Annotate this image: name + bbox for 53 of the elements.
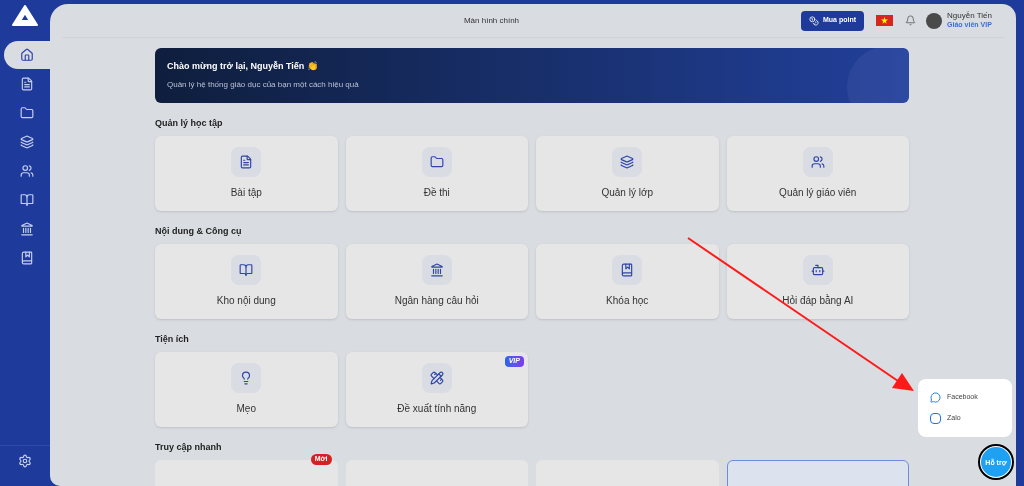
section-title: Truy cập nhanh (155, 441, 223, 453)
chat-bubble-icon (930, 392, 941, 403)
feature-card[interactable]: Mẹo (155, 352, 338, 427)
layers-icon (620, 155, 635, 169)
section-title: Tiện ích (155, 333, 190, 345)
home-icon (20, 48, 34, 62)
feature-card[interactable]: Quản lý giáo viên (726, 136, 909, 211)
feature-card[interactable]: Kho nội dung (155, 244, 338, 319)
feature-card[interactable]: Bài tập (155, 136, 338, 211)
card-label: Khóa học (606, 294, 649, 308)
folder-icon (20, 106, 34, 120)
feature-card[interactable]: Ngân hàng câu hỏi (345, 244, 528, 319)
coins-icon (809, 15, 819, 26)
chat-app-icon (930, 413, 941, 424)
avatar[interactable] (926, 12, 943, 29)
feature-card[interactable]: Quản lý lớp (536, 136, 719, 211)
notification-bell-icon[interactable] (905, 15, 917, 26)
document-icon (239, 155, 254, 169)
feature-card[interactable]: Khóa học (536, 244, 719, 319)
section-title: Nội dung & Công cụ (155, 225, 243, 237)
folder-icon (429, 155, 444, 169)
section-title: Quản lý học tập (155, 117, 224, 129)
vietnam-flag-icon[interactable] (876, 15, 894, 26)
page-title: Màn hình chính (463, 14, 520, 27)
sidebar-item[interactable] (4, 41, 50, 69)
card-label: Hỏi đáp bằng AI (782, 293, 854, 308)
book-icon (20, 193, 34, 207)
pencil-ruler-icon (429, 371, 444, 385)
card-label: Bài tập (230, 186, 262, 200)
users-icon (20, 164, 34, 178)
card-label: Đề xuất tính năng (397, 402, 477, 416)
card-label: Quản lý lớp (601, 186, 654, 200)
banner-title: Chào mừng trở lại, Nguyễn Tiến 👏 (167, 60, 319, 74)
users-icon (810, 155, 825, 169)
card-label: Quản lý giáo viên (779, 186, 857, 200)
feature-card[interactable]: Đề thi (345, 136, 528, 211)
bookmark-book-icon (620, 263, 635, 277)
logo-icon (12, 5, 38, 27)
document-icon (20, 77, 34, 91)
card-label: Mẹo (236, 402, 256, 416)
bank-icon (20, 222, 34, 236)
bank-icon (429, 263, 444, 277)
book-icon (239, 263, 254, 277)
banner-subtitle: Quản lý hệ thống giáo dục của bạn một cách hiệu quả (167, 78, 360, 91)
card-label: Ngân hàng câu hỏi (394, 294, 479, 308)
layers-icon (20, 135, 34, 149)
robot-icon (810, 263, 825, 277)
feature-card[interactable]: Hỏi đáp bằng AI (726, 244, 909, 319)
card-label: Đề thi (423, 186, 450, 200)
settings-icon[interactable] (18, 454, 32, 468)
user-name: Nguyễn Tiến (947, 11, 992, 22)
card-label: Kho nội dung (216, 294, 276, 308)
bookmark-book-icon (20, 251, 34, 265)
